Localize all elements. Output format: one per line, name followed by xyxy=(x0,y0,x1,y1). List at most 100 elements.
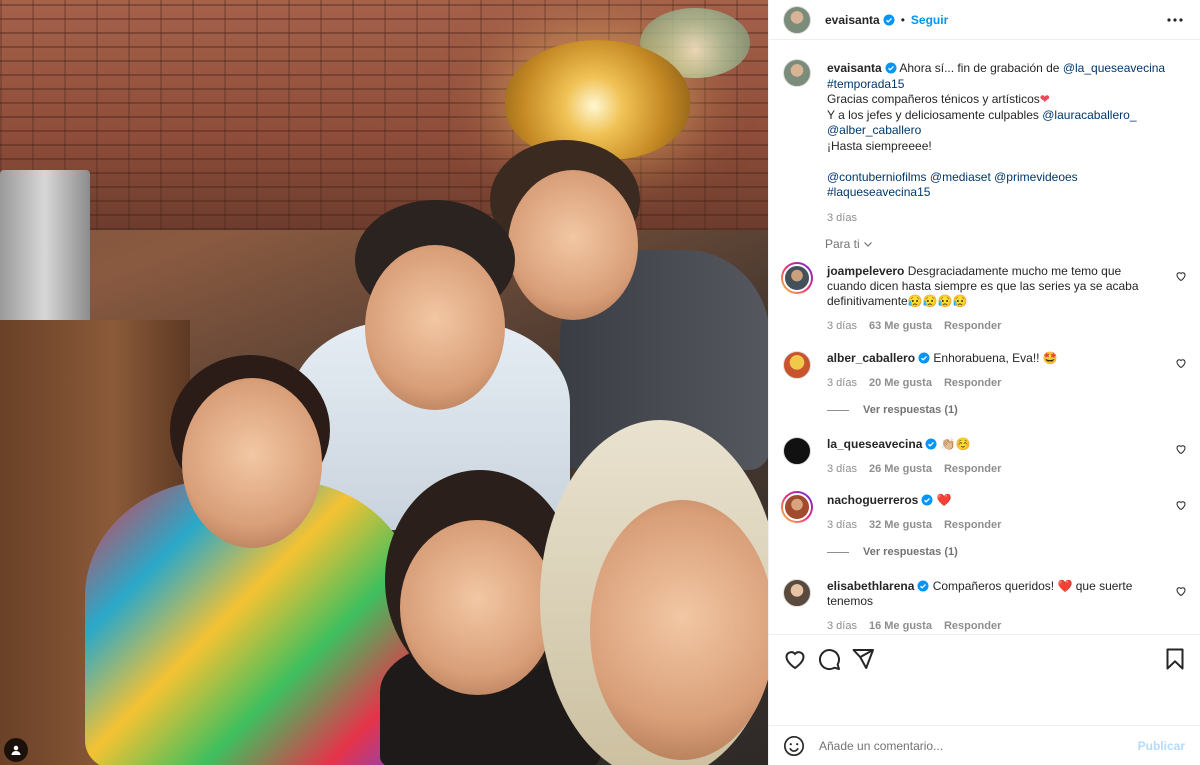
comment-meta: 3 días 16 Me gusta Responder xyxy=(827,619,1157,633)
comment-body: alber_caballero Enhorabuena, Eva!! 🤩 3 d… xyxy=(827,351,1157,391)
heart-icon[interactable] xyxy=(783,647,807,671)
comment-username[interactable]: joampelevero xyxy=(827,264,904,278)
comment-text: ❤️ xyxy=(936,493,952,507)
view-replies-button[interactable]: Ver respuestas (1) xyxy=(827,546,958,558)
add-comment-bar: Publicar xyxy=(769,725,1200,765)
comment-username[interactable]: nachoguerreros xyxy=(827,493,918,507)
comment-likes[interactable]: 20 Me gusta xyxy=(869,376,932,391)
commenter-avatar[interactable] xyxy=(783,437,811,465)
comment-likes[interactable]: 63 Me gusta xyxy=(869,319,932,334)
person-blonde-face xyxy=(590,500,768,760)
for-you-filter[interactable]: Para ti xyxy=(825,237,873,251)
caption-line1: Ahora sí... fin de grabación de xyxy=(899,61,1060,75)
comment-time[interactable]: 3 días xyxy=(827,518,857,533)
comment-username[interactable]: elisabethlarena xyxy=(827,579,914,593)
caption-time[interactable]: 3 días xyxy=(827,211,1187,227)
share-icon[interactable] xyxy=(851,647,875,671)
comment-text: Enhorabuena, Eva!! 🤩 xyxy=(933,351,1058,365)
comment-likes[interactable]: 16 Me gusta xyxy=(869,619,932,633)
action-bar xyxy=(769,634,1200,680)
heart-icon[interactable] xyxy=(1175,357,1187,369)
replies-line xyxy=(827,409,849,411)
comment-body: la_queseavecina 👏🏼☺️ 3 días 26 Me gusta … xyxy=(827,437,1157,477)
person-left-face xyxy=(182,378,322,548)
separator-dot: • xyxy=(900,12,905,27)
comment-meta: 3 días 20 Me gusta Responder xyxy=(827,376,1157,391)
comment-input[interactable] xyxy=(819,738,1119,753)
commenter-avatar xyxy=(783,264,811,292)
reply-button[interactable]: Responder xyxy=(944,619,1001,633)
coffee-machine xyxy=(0,170,90,340)
verified-icon xyxy=(921,494,933,506)
hashtag-link[interactable]: #laqueseavecina15 xyxy=(827,185,930,199)
view-replies-label: Ver respuestas (1) xyxy=(863,404,958,416)
heart-icon[interactable] xyxy=(1175,270,1187,282)
user-tag-icon[interactable] xyxy=(4,738,28,762)
story-ring[interactable] xyxy=(781,491,813,523)
verified-icon xyxy=(885,62,897,74)
commenter-avatar[interactable] xyxy=(783,579,811,607)
reply-button[interactable]: Responder xyxy=(944,462,1001,477)
heart-icon[interactable] xyxy=(1175,499,1187,511)
post-photo[interactable] xyxy=(0,0,768,765)
author-username[interactable]: evaisanta xyxy=(825,13,880,27)
person-young-face xyxy=(400,520,555,695)
person-center-face xyxy=(365,245,505,410)
more-icon[interactable] xyxy=(1165,10,1185,30)
comment-username[interactable]: la_queseavecina xyxy=(827,437,922,451)
mention-link[interactable]: @primevideoes xyxy=(994,170,1078,184)
caption-line3: Y a los jefes y deliciosamente culpables xyxy=(827,107,1039,122)
verified-icon xyxy=(883,14,895,26)
comment-meta: 3 días 32 Me gusta Responder xyxy=(827,518,1157,533)
comment-likes[interactable]: 32 Me gusta xyxy=(869,518,932,533)
replies-line xyxy=(827,551,849,553)
author-avatar[interactable] xyxy=(783,5,811,34)
comment-time[interactable]: 3 días xyxy=(827,319,857,334)
mention-link[interactable]: @contuberniofilms xyxy=(827,170,927,184)
mention-link[interactable]: @la_queseavecina xyxy=(1063,61,1165,75)
person-suit-face xyxy=(508,170,638,320)
heart-icon[interactable] xyxy=(1175,585,1187,597)
verified-icon xyxy=(918,352,930,364)
comment-body: joampelevero Desgraciadamente mucho me t… xyxy=(827,264,1157,334)
comment-username[interactable]: alber_caballero xyxy=(827,351,915,365)
comments-scroll[interactable]: evaisanta Ahora sí... fin de grabación d… xyxy=(769,41,1200,633)
verified-icon xyxy=(917,580,929,592)
comment-time[interactable]: 3 días xyxy=(827,376,857,391)
comment-icon[interactable] xyxy=(817,647,841,671)
reply-button[interactable]: Responder xyxy=(944,319,1001,334)
mention-link[interactable]: @mediaset xyxy=(930,170,991,184)
post-side-panel: evaisanta • Seguir evaisanta Ahora sí...… xyxy=(768,0,1200,765)
amber-lamp xyxy=(505,40,690,160)
follow-button[interactable]: Seguir xyxy=(911,13,948,27)
emoji-icon[interactable] xyxy=(783,735,805,757)
caption-username[interactable]: evaisanta xyxy=(827,61,882,75)
comment-meta: 3 días 63 Me gusta Responder xyxy=(827,319,1157,334)
comment-time[interactable]: 3 días xyxy=(827,619,857,633)
bookmark-icon[interactable] xyxy=(1163,647,1187,671)
mention-link[interactable]: @alber_caballero xyxy=(827,123,921,137)
reply-button[interactable]: Responder xyxy=(944,518,1001,533)
comment-text: 👏🏼☺️ xyxy=(940,437,971,451)
mention-link[interactable]: @lauracaballero_ xyxy=(1042,108,1136,122)
commenter-avatar xyxy=(783,493,811,521)
verified-icon xyxy=(925,438,937,450)
publish-button[interactable]: Publicar xyxy=(1138,739,1185,753)
caption-line4: ¡Hasta siempreeee! xyxy=(827,138,932,153)
comment-time[interactable]: 3 días xyxy=(827,462,857,477)
view-replies-label: Ver respuestas (1) xyxy=(863,546,958,558)
story-ring[interactable] xyxy=(781,262,813,294)
view-replies-button[interactable]: Ver respuestas (1) xyxy=(827,404,958,416)
commenter-avatar[interactable] xyxy=(783,351,811,379)
hashtag-link[interactable]: #temporada15 xyxy=(827,77,904,91)
for-you-label: Para ti xyxy=(825,237,860,251)
heart-icon[interactable] xyxy=(1175,443,1187,455)
comment-body: nachoguerreros ❤️ 3 días 32 Me gusta Res… xyxy=(827,493,1157,533)
heart-emoji: ❤ xyxy=(1039,92,1050,106)
comment-likes[interactable]: 26 Me gusta xyxy=(869,462,932,477)
comment-meta: 3 días 26 Me gusta Responder xyxy=(827,462,1157,477)
caption-avatar[interactable] xyxy=(783,59,811,87)
reply-button[interactable]: Responder xyxy=(944,376,1001,391)
comment-body: elisabethlarena Compañeros queridos! ❤️ … xyxy=(827,579,1157,633)
post-header: evaisanta • Seguir xyxy=(769,0,1200,40)
